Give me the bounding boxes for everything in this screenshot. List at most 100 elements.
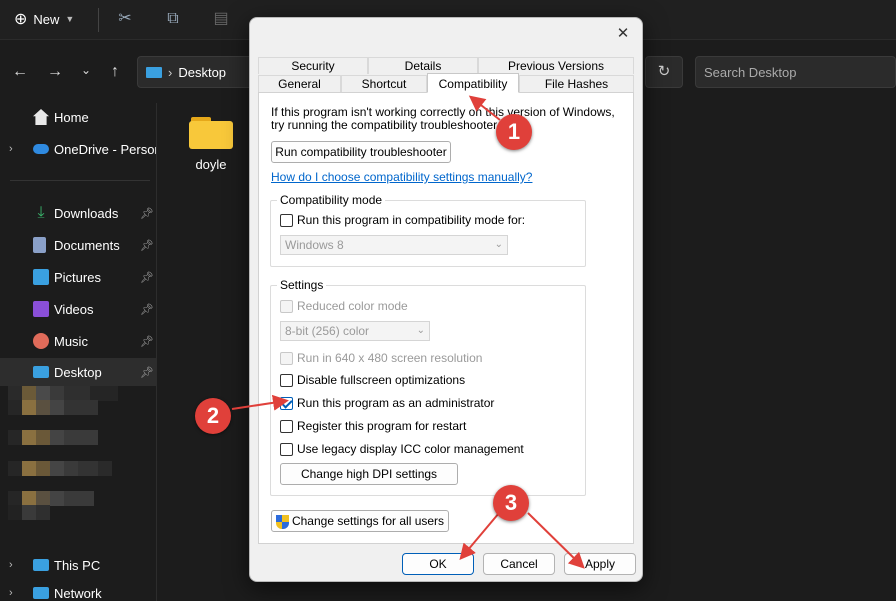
sidebar-item-network[interactable]: › Network: [0, 584, 156, 601]
chevron-right-icon[interactable]: ›: [9, 587, 13, 599]
breadcrumb-chevron-icon: ›: [168, 64, 173, 80]
sidebar-item-pictures[interactable]: Pictures 📌︎: [0, 264, 156, 290]
run-640-checkbox[interactable]: Run in 640 x 480 screen resolution: [280, 350, 482, 366]
pin-icon[interactable]: 📌︎: [140, 366, 154, 379]
blurred-item: [8, 400, 98, 415]
tab-label: Previous Versions: [507, 59, 605, 73]
download-icon: ⤓: [37, 204, 45, 221]
new-button[interactable]: ⊕ New ▼: [14, 8, 74, 30]
chevron-down-icon: ⌄: [416, 325, 425, 336]
compat-mode-checkbox[interactable]: Run this program in compatibility mode f…: [280, 212, 525, 228]
register-restart-checkbox[interactable]: Register this program for restart: [280, 418, 466, 434]
checkbox-box[interactable]: [280, 373, 293, 387]
blurred-item: [8, 430, 98, 445]
checkbox-label: Disable fullscreen optimizations: [297, 373, 466, 387]
sidebar-item-documents[interactable]: Documents 📌︎: [0, 232, 156, 258]
manual-settings-link[interactable]: How do I choose compatibility settings m…: [271, 170, 532, 184]
tab-label: Details: [404, 59, 442, 73]
sidebar-item-label: Videos: [54, 301, 94, 317]
checkbox-box[interactable]: [280, 351, 293, 365]
document-icon: [33, 237, 46, 253]
checkbox-box[interactable]: [280, 213, 293, 227]
disable-fullscreen-checkbox[interactable]: Disable fullscreen optimizations: [280, 372, 465, 388]
legacy-icc-checkbox[interactable]: Use legacy display ICC color management: [280, 441, 524, 457]
properties-dialog: ✕ Security Details Previous Versions Gen…: [249, 17, 643, 582]
tab-shortcut[interactable]: Shortcut: [341, 75, 427, 92]
tab-label: Security: [291, 59, 335, 73]
sidebar-item-onedrive[interactable]: › OneDrive - Persona: [0, 136, 156, 162]
settings-group: Settings Reduced color mode 8-bit (256) …: [270, 278, 586, 496]
checkbox-box[interactable]: [280, 299, 293, 313]
recent-chevron-icon[interactable]: ⌄: [76, 63, 96, 77]
os-version-select[interactable]: Windows 8 ⌄: [280, 235, 508, 255]
annotation-badge-1: 1: [496, 114, 532, 150]
sidebar-item-downloads[interactable]: ⤓ Downloads 📌︎: [0, 200, 156, 226]
blurred-item: [8, 386, 118, 401]
sidebar-item-music[interactable]: Music 📌︎: [0, 328, 156, 354]
sidebar-item-label: Music: [54, 333, 88, 349]
chevron-right-icon[interactable]: ›: [9, 143, 13, 155]
cancel-button[interactable]: Cancel: [483, 553, 555, 575]
tab-details[interactable]: Details: [368, 57, 478, 74]
checkbox-label: Run in 640 x 480 screen resolution: [297, 351, 483, 365]
sidebar-item-label: This PC: [54, 557, 101, 573]
copy-icon[interactable]: ⧉: [163, 9, 183, 29]
navigation-pane: Home › OneDrive - Persona ⤓ Downloads 📌︎…: [0, 103, 157, 601]
checkbox-label: Run this program as an administrator: [297, 396, 495, 410]
run-as-admin-checkbox[interactable]: Run this program as an administrator: [280, 395, 494, 411]
sidebar-item-label: Home: [54, 109, 89, 125]
new-label: New: [33, 11, 60, 27]
sidebar-item-label: Documents: [54, 237, 120, 253]
folder-name: doyle: [195, 157, 227, 172]
sidebar-item-this-pc[interactable]: › This PC: [0, 552, 156, 578]
sidebar-item-home[interactable]: Home: [0, 104, 156, 130]
checkbox-label: Use legacy display ICC color management: [297, 442, 524, 456]
folder-icon: [189, 115, 233, 149]
forward-arrow-icon[interactable]: →: [45, 63, 65, 81]
folder-item[interactable]: doyle: [186, 115, 236, 172]
button-label: Change settings for all users: [291, 514, 445, 528]
pin-icon[interactable]: 📌︎: [140, 335, 154, 348]
tab-security[interactable]: Security: [258, 57, 368, 74]
compatibility-panel: If this program isn't working correctly …: [258, 92, 634, 544]
sidebar-item-label: Network: [54, 585, 102, 601]
tab-previous-versions[interactable]: Previous Versions: [478, 57, 634, 74]
ok-button[interactable]: OK: [402, 553, 474, 575]
chevron-down-icon: ▼: [65, 14, 75, 24]
checkbox-box[interactable]: [280, 419, 293, 433]
pin-icon[interactable]: 📌︎: [140, 303, 154, 316]
all-users-button[interactable]: Change settings for all users: [271, 510, 449, 532]
pin-icon[interactable]: 📌︎: [140, 239, 154, 252]
sidebar-item-label: Desktop: [54, 364, 102, 380]
checkbox-box[interactable]: [280, 442, 293, 456]
high-dpi-button[interactable]: Change high DPI settings: [280, 463, 458, 485]
sidebar-item-videos[interactable]: Videos 📌︎: [0, 296, 156, 322]
address-bar[interactable]: › Desktop: [137, 56, 257, 88]
reduced-color-checkbox[interactable]: Reduced color mode: [280, 298, 408, 314]
close-button[interactable]: ✕: [610, 22, 636, 46]
search-input[interactable]: Search Desktop: [695, 56, 896, 88]
apply-button[interactable]: Apply: [564, 553, 636, 575]
tab-general[interactable]: General: [258, 75, 341, 92]
tab-label: Compatibility: [438, 77, 508, 91]
breadcrumb: Desktop: [178, 64, 227, 80]
back-arrow-icon[interactable]: ←: [10, 63, 30, 81]
up-arrow-icon[interactable]: ↑: [105, 63, 125, 81]
tab-compatibility[interactable]: Compatibility: [427, 73, 519, 93]
compatibility-mode-group: Compatibility mode Run this program in c…: [270, 193, 586, 267]
pin-icon[interactable]: 📌︎: [140, 271, 154, 284]
color-mode-value: 8-bit (256) color: [285, 324, 370, 338]
color-mode-select[interactable]: 8-bit (256) color ⌄: [280, 321, 430, 341]
sidebar-item-desktop[interactable]: Desktop 📌︎: [0, 358, 156, 386]
cut-icon[interactable]: ✂: [115, 9, 135, 29]
checkbox-box[interactable]: [280, 396, 293, 410]
run-troubleshooter-button[interactable]: Run compatibility troubleshooter: [271, 141, 451, 163]
uac-shield-icon: [275, 514, 289, 529]
chevron-right-icon[interactable]: ›: [9, 559, 13, 571]
refresh-button[interactable]: ↻: [645, 56, 683, 88]
paste-icon[interactable]: ▤: [211, 9, 231, 29]
cloud-icon: [33, 144, 49, 154]
pin-icon[interactable]: 📌︎: [140, 207, 154, 220]
tab-file-hashes[interactable]: File Hashes: [519, 75, 634, 92]
close-icon: ✕: [616, 25, 630, 42]
